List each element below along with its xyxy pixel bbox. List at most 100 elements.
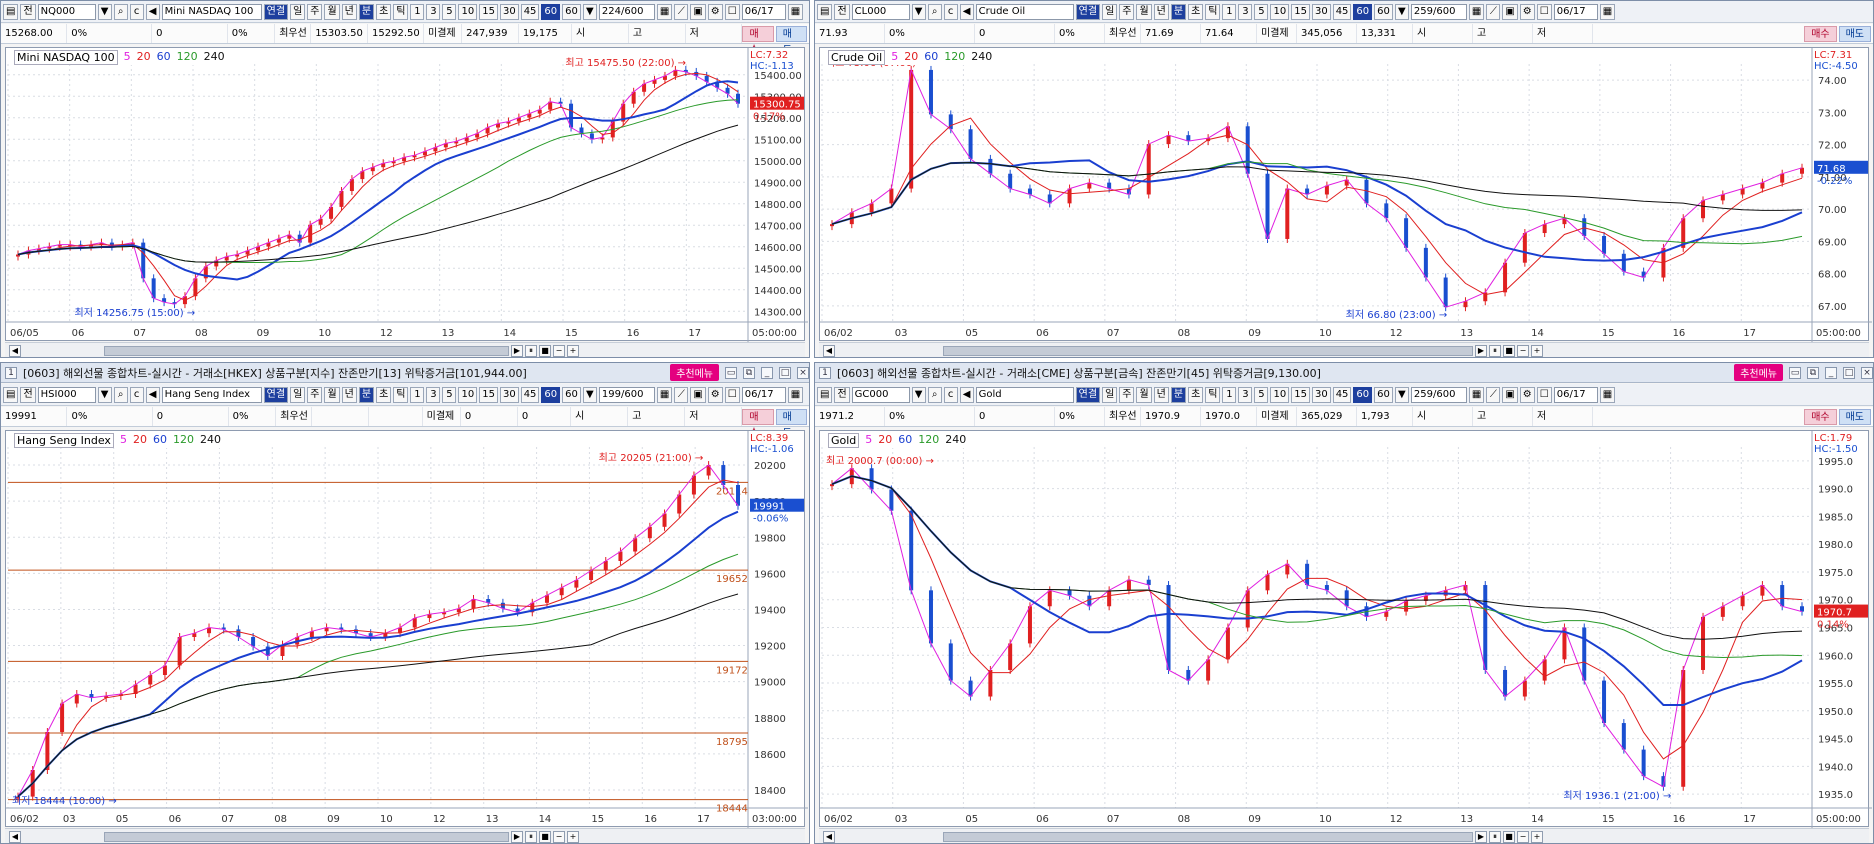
zoom-in-icon[interactable]: + bbox=[1531, 830, 1543, 843]
symbol-code-input[interactable]: CL000 bbox=[851, 3, 910, 20]
pause-icon[interactable]: ⏸ bbox=[1489, 344, 1501, 357]
close-icon[interactable]: × bbox=[797, 366, 809, 379]
period-button-8[interactable]: 1 bbox=[410, 386, 425, 403]
period-button-10[interactable]: 5 bbox=[1254, 3, 1269, 20]
chart-scrollbar[interactable]: ◀ ▶ ⏸ ■ − + bbox=[819, 342, 1869, 357]
draw-icon[interactable]: ▦ bbox=[1468, 3, 1485, 20]
stop-icon[interactable]: ■ bbox=[1503, 830, 1515, 843]
price-chart[interactable]: 74.0073.0072.0071.0070.0069.0068.0067.00… bbox=[820, 48, 1872, 342]
period-button-3[interactable]: 월 bbox=[1136, 3, 1152, 20]
chart-scrollbar[interactable]: ◀ ▶ ⏸ ■ − + bbox=[5, 342, 805, 357]
period-button-12[interactable]: 15 bbox=[479, 3, 498, 20]
minimize-icon[interactable]: _ bbox=[1825, 366, 1837, 379]
scroll-right-icon[interactable]: ▶ bbox=[511, 830, 523, 843]
bar-count-field[interactable]: 224/600 bbox=[598, 3, 655, 20]
search-icon[interactable]: ⌕ bbox=[927, 3, 942, 20]
draw-icon[interactable]: ▦ bbox=[656, 386, 673, 403]
layout-icon[interactable]: ▤ bbox=[817, 386, 833, 403]
settings-icon[interactable]: ⚙ bbox=[707, 386, 723, 403]
jeon-button[interactable]: 전 bbox=[20, 3, 36, 20]
symbol-code-input[interactable]: HSI000 bbox=[37, 386, 96, 403]
period-button-12[interactable]: 15 bbox=[1291, 386, 1310, 403]
legend-ma-120[interactable]: 120 bbox=[944, 50, 965, 65]
legend-ma-5[interactable]: 5 bbox=[865, 433, 872, 448]
chart-area[interactable]: 15400.0015300.0015200.0015100.0015000.00… bbox=[5, 47, 808, 342]
period-button-10[interactable]: 5 bbox=[442, 3, 457, 20]
legend-ma-240[interactable]: 240 bbox=[945, 433, 966, 448]
speaker-icon[interactable]: ◀ bbox=[145, 386, 160, 403]
date-checkbox[interactable]: ☐ bbox=[1536, 3, 1552, 20]
bar-count-field[interactable]: 259/600 bbox=[1410, 386, 1467, 403]
period-button-9[interactable]: 3 bbox=[426, 3, 441, 20]
settings-icon[interactable]: ⚙ bbox=[1519, 3, 1535, 20]
layout-icon[interactable]: ▤ bbox=[3, 3, 19, 20]
search-icon[interactable]: ⌕ bbox=[927, 386, 942, 403]
chart-area[interactable]: 1995.0 1990.0 1985.0 1980.0 1975.0 1970.0 1965… bbox=[819, 430, 1872, 828]
restore-icon[interactable]: ▭ bbox=[725, 366, 737, 379]
period-button-0[interactable]: 연결 bbox=[263, 386, 289, 403]
scroll-left-icon[interactable]: ◀ bbox=[823, 830, 835, 843]
period-dropdown-icon[interactable]: ▼ bbox=[582, 386, 597, 403]
zoom-in-icon[interactable]: + bbox=[567, 344, 579, 357]
period-dropdown-icon[interactable]: ▼ bbox=[1394, 386, 1409, 403]
zoom-in-icon[interactable]: + bbox=[567, 830, 579, 843]
jeon-button[interactable]: 전 bbox=[834, 3, 850, 20]
scroll-right-icon[interactable]: ▶ bbox=[1475, 344, 1487, 357]
save-icon[interactable]: ▣ bbox=[690, 3, 706, 20]
period-button-3[interactable]: 월 bbox=[324, 386, 340, 403]
period-button-5[interactable]: 분 bbox=[358, 386, 375, 403]
period-button-3[interactable]: 월 bbox=[1136, 386, 1152, 403]
period-button-2[interactable]: 주 bbox=[1119, 3, 1135, 20]
period-button-6[interactable]: 초 bbox=[1188, 386, 1204, 403]
legend-ma-5[interactable]: 5 bbox=[891, 50, 898, 65]
sell-button[interactable]: 매도 bbox=[775, 408, 807, 439]
period-button-15[interactable]: 60 bbox=[1353, 3, 1373, 20]
pause-icon[interactable]: ⏸ bbox=[525, 830, 537, 843]
period-button-6[interactable]: 초 bbox=[376, 386, 392, 403]
stop-icon[interactable]: ■ bbox=[539, 830, 551, 843]
pause-icon[interactable]: ⏸ bbox=[525, 344, 537, 357]
jeon-button[interactable]: 전 bbox=[20, 386, 36, 403]
jeon-button[interactable]: 전 bbox=[834, 386, 850, 403]
scroll-thumb[interactable] bbox=[104, 345, 509, 356]
close-icon[interactable]: × bbox=[1861, 366, 1873, 379]
zoom-out-icon[interactable]: − bbox=[553, 344, 565, 357]
stop-icon[interactable]: ■ bbox=[1503, 344, 1515, 357]
price-chart[interactable]: 2020020000198001960019400192001900018800… bbox=[6, 431, 808, 828]
link-icon[interactable]: ⧉ bbox=[1807, 366, 1819, 379]
period-button-11[interactable]: 10 bbox=[1270, 3, 1290, 20]
period-button-7[interactable]: 틱 bbox=[1205, 3, 1221, 20]
zoom-in-icon[interactable]: + bbox=[1531, 344, 1543, 357]
period-button-4[interactable]: 년 bbox=[341, 3, 357, 20]
recommend-menu-button[interactable]: 추천메뉴 bbox=[670, 364, 719, 381]
chart-area[interactable]: 74.00 73.00 72.00 71.00 70.00 69.00 68.00 67.00… bbox=[819, 47, 1872, 342]
period-button-3[interactable]: 월 bbox=[324, 3, 340, 20]
compare-icon[interactable]: ⅽ bbox=[943, 3, 958, 20]
date-checkbox[interactable]: ☐ bbox=[1536, 386, 1552, 403]
scroll-thumb[interactable] bbox=[943, 831, 1473, 842]
period-button-5[interactable]: 분 bbox=[1170, 3, 1187, 20]
save-icon[interactable]: ▣ bbox=[1502, 386, 1518, 403]
sell-button[interactable]: 매도 bbox=[1838, 408, 1871, 425]
period-button-4[interactable]: 년 bbox=[1153, 3, 1169, 20]
date-input[interactable]: 06/17 bbox=[741, 3, 786, 20]
legend-ma-60[interactable]: 60 bbox=[153, 433, 167, 448]
legend-ma-60[interactable]: 60 bbox=[898, 433, 912, 448]
restore-icon[interactable]: ▭ bbox=[1789, 366, 1801, 379]
period-button-14[interactable]: 45 bbox=[520, 3, 540, 20]
period-button-16[interactable]: 60 bbox=[562, 3, 581, 20]
minimize-icon[interactable]: _ bbox=[761, 366, 773, 379]
period-dropdown-icon[interactable]: ▼ bbox=[582, 3, 597, 20]
period-button-11[interactable]: 10 bbox=[1270, 386, 1290, 403]
period-button-6[interactable]: 초 bbox=[1188, 3, 1204, 20]
draw-icon[interactable]: ▦ bbox=[656, 3, 673, 20]
symbol-dropdown-icon[interactable]: ▼ bbox=[911, 386, 926, 403]
period-button-15[interactable]: 60 bbox=[1353, 386, 1373, 403]
period-button-9[interactable]: 3 bbox=[1238, 3, 1253, 20]
zoom-out-icon[interactable]: − bbox=[1517, 830, 1529, 843]
stop-icon[interactable]: ■ bbox=[539, 344, 551, 357]
period-button-1[interactable]: 일 bbox=[1102, 3, 1118, 20]
symbol-dropdown-icon[interactable]: ▼ bbox=[911, 3, 926, 20]
save-icon[interactable]: ▣ bbox=[1502, 3, 1518, 20]
scroll-thumb[interactable] bbox=[104, 831, 509, 842]
